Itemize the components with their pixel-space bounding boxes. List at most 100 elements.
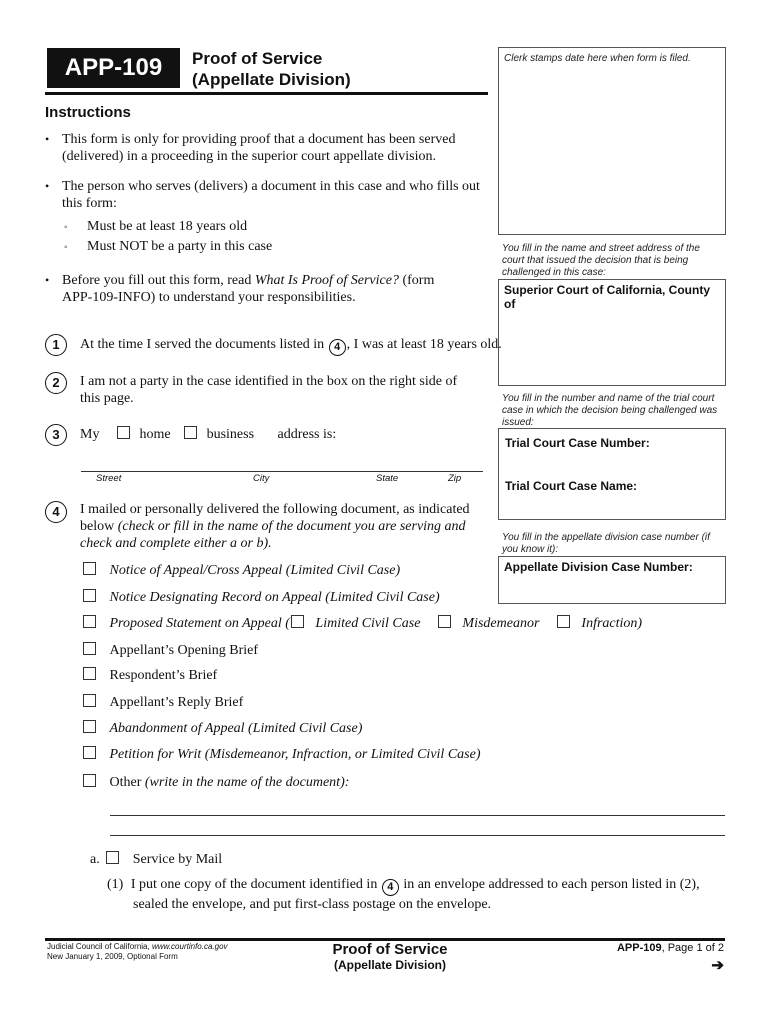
form-revision: New January 1, 2009, Optional Form — [47, 952, 178, 961]
hint-line: court that issued the decision that is b… — [502, 255, 689, 266]
item-text: below — [80, 519, 118, 534]
instruction-text: (delivered) in a proceeding in the super… — [62, 149, 436, 164]
service-by-mail-label: Service by Mail — [132, 852, 223, 867]
item-text: , I was at least 18 years old. — [346, 337, 502, 352]
bullet-icon: • — [45, 132, 50, 146]
address-line[interactable] — [81, 471, 483, 472]
other-document-line-2[interactable] — [110, 835, 725, 836]
instruction-text: Before you fill out this form, read — [62, 273, 255, 288]
footer-publisher: Judicial Council of California, www.cour… — [47, 942, 228, 962]
footer-subtitle: (Appellate Division) — [333, 958, 446, 972]
clerk-stamp-box: Clerk stamps date here when form is file… — [498, 47, 726, 235]
document-checkbox[interactable] — [83, 615, 96, 628]
hint-line: challenged in this case: — [502, 267, 606, 278]
form-title-line2: (Appellate Division) — [192, 70, 351, 89]
sub-bullet-text: Must NOT be a party in this case — [87, 239, 273, 254]
zip-label: Zip — [448, 473, 462, 484]
item-text: At the time I served the documents liste… — [80, 337, 328, 352]
item-number-4: 4 — [45, 501, 67, 523]
document-label: Abandonment of Appeal (Limited Civil Cas… — [109, 721, 363, 736]
hint-line: case in which the decision being challen… — [502, 405, 718, 416]
service-by-mail-checkbox[interactable] — [106, 851, 120, 864]
item-number-1: 1 — [45, 334, 67, 356]
circle-bullet-icon: ◦ — [64, 242, 68, 253]
bullet-icon: • — [45, 179, 50, 193]
appellate-case-box[interactable]: Appellate Division Case Number: — [498, 556, 726, 604]
other-document-line-1[interactable] — [110, 815, 725, 816]
document-checkbox[interactable] — [83, 667, 96, 680]
hint-line: You fill in the name and street address … — [502, 243, 700, 254]
limited-civil-case-checkbox[interactable] — [290, 615, 304, 628]
option-letter: a. — [90, 852, 100, 867]
sub-bullet-1: ◦ Must be at least 18 years old — [64, 218, 247, 236]
item-reference-4: 4 — [328, 339, 346, 356]
appellate-case-hint: You fill in the appellate division case … — [502, 532, 727, 556]
item-text: this page. — [80, 391, 134, 406]
limited-civil-case-label: Limited Civil Case — [315, 616, 421, 631]
form-title-line1: Proof of Service — [192, 49, 323, 68]
item-text: (check or fill in the name of the docume… — [117, 519, 466, 534]
step-text: sealed the envelope, and put first-class… — [133, 897, 492, 912]
document-label: Proposed Statement on Appeal ( — [109, 616, 290, 631]
document-option-notice-of-appeal: Notice of Appeal/Cross Appeal (Limited C… — [83, 562, 400, 579]
document-option-petition-for-writ: Petition for Writ (Misdemeanor, Infracti… — [83, 746, 480, 763]
city-label: City — [253, 473, 270, 484]
instruction-bullet-2: • The person who serves (delivers) a doc… — [45, 178, 480, 212]
document-checkbox[interactable] — [83, 589, 96, 602]
circle-bullet-icon: ◦ — [64, 222, 68, 233]
footer-page-info: APP-109, Page 1 of 2 ➔ — [617, 942, 724, 974]
item-text: I am not a party in the case identified … — [80, 374, 458, 389]
court-address-box[interactable]: Superior Court of California, County of — [498, 279, 726, 386]
hint-line: you know it): — [502, 544, 559, 555]
trial-case-hint: You fill in the number and name of the t… — [502, 393, 727, 429]
bullet-icon: • — [45, 273, 50, 287]
page-indicator: , Page 1 of 2 — [661, 942, 724, 954]
instruction-text: The person who serves (delivers) a docum… — [62, 179, 480, 194]
document-checkbox[interactable] — [83, 774, 96, 787]
item-number-3: 3 — [45, 424, 67, 446]
business-label: business — [206, 427, 255, 442]
publisher-link[interactable]: www.courtinfo.ca.gov — [152, 942, 228, 951]
next-page-arrow-icon[interactable]: ➔ — [617, 956, 724, 974]
state-label: State — [376, 473, 399, 484]
clerk-stamp-hint: Clerk stamps date here when form is file… — [504, 53, 691, 64]
hint-line: You fill in the number and name of the t… — [502, 393, 715, 404]
item-reference-4: 4 — [381, 879, 399, 896]
document-option-proposed-statement: Proposed Statement on Appeal ( Limited C… — [83, 615, 642, 632]
instruction-text: APP-109-INFO) to understand your respons… — [62, 290, 356, 305]
street-label: Street — [96, 473, 122, 484]
document-label: Other — [109, 775, 142, 790]
instruction-text: this form: — [62, 196, 117, 211]
infraction-checkbox[interactable] — [556, 615, 570, 628]
trial-case-name-label: Trial Court Case Name: — [505, 479, 638, 493]
document-checkbox[interactable] — [83, 694, 96, 707]
home-address-checkbox[interactable] — [116, 426, 130, 439]
document-checkbox[interactable] — [83, 746, 96, 759]
instruction-bullet-3: • Before you fill out this form, read Wh… — [45, 272, 434, 306]
service-by-mail-option: a. Service by Mail — [90, 851, 222, 868]
business-address-checkbox[interactable] — [184, 426, 198, 439]
service-by-mail-step-1: (1) I put one copy of the document ident… — [107, 876, 700, 913]
document-label: Notice of Appeal/Cross Appeal (Limited C… — [109, 563, 401, 578]
misdemeanor-checkbox[interactable] — [437, 615, 451, 628]
instructions-heading: Instructions — [45, 104, 131, 121]
document-checkbox[interactable] — [83, 720, 96, 733]
document-checkbox[interactable] — [83, 642, 96, 655]
trial-case-box[interactable]: Trial Court Case Number: Trial Court Cas… — [498, 428, 726, 520]
document-option-abandonment: Abandonment of Appeal (Limited Civil Cas… — [83, 720, 362, 737]
document-option-notice-designating-record: Notice Designating Record on Appeal (Lim… — [83, 589, 440, 606]
step-text: I put one copy of the document identifie… — [130, 877, 381, 892]
hint-line: You fill in the appellate division case … — [502, 532, 710, 543]
form-number-badge: APP-109 — [47, 48, 180, 88]
document-label: Appellant’s Reply Brief — [109, 695, 244, 710]
publisher-name: Judicial Council of California, — [47, 942, 152, 951]
item-2-text: I am not a party in the case identified … — [80, 373, 457, 407]
document-option-respondents-brief: Respondent’s Brief — [83, 667, 217, 684]
header-divider — [45, 92, 488, 95]
item-text: My — [80, 427, 100, 442]
item-3-text: My home business address is: — [80, 426, 336, 443]
document-checkbox[interactable] — [83, 562, 96, 575]
document-option-opening-brief: Appellant’s Opening Brief — [83, 642, 258, 659]
info-form-title: What Is Proof of Service? — [254, 273, 399, 288]
sub-bullet-2: ◦ Must NOT be a party in this case — [64, 238, 272, 256]
